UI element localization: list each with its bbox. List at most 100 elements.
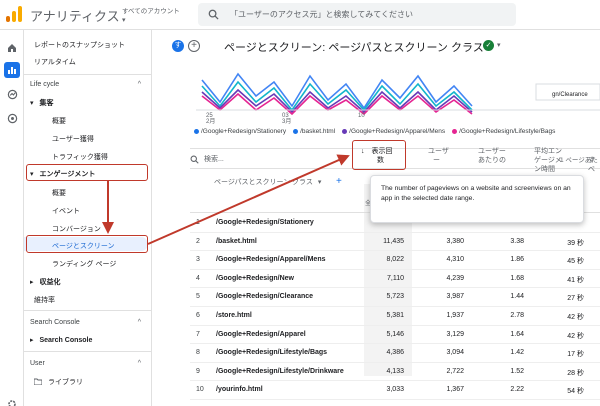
users-value: 4,239	[446, 274, 464, 282]
nav-group-monetization[interactable]: ▸ 収益化	[30, 277, 60, 287]
nav-item-landing-page[interactable]: ランディング ページ	[52, 259, 116, 269]
avg-engagement-header-text2: ゲージメ	[534, 157, 562, 164]
dimension-header[interactable]: ページパスとスクリーン クラス ▾	[214, 178, 321, 187]
nav-item-pages-and-screens[interactable]: ページとスクリーン	[52, 241, 115, 251]
page-path-link[interactable]: /Google+Redesign/Apparel/Mens	[216, 256, 326, 263]
table-row[interactable]: 5/Google+Redesign/Clearance 5,723 3,987 1.4…	[190, 288, 600, 307]
legend-item[interactable]: /Google+Redesign/Apparel/Mens	[342, 128, 445, 135]
views-value: 5,723	[386, 293, 404, 301]
views-per-user-value: 1.68	[510, 274, 524, 282]
row-index: 7	[196, 330, 200, 338]
advertising-icon[interactable]	[4, 110, 20, 126]
chevron-down-icon[interactable]: ▾	[497, 41, 501, 49]
avatar[interactable]: す	[172, 40, 184, 52]
row-index: 6	[196, 312, 200, 319]
legend-item[interactable]: /basket.html	[293, 128, 335, 135]
nav-item-snapshot[interactable]: レポートのスナップショット	[34, 40, 125, 50]
users-value: 3,987	[446, 293, 464, 301]
top-bar: アナリティクス すべてのアカウント ▾	[0, 0, 600, 30]
nav-item-eng-overview[interactable]: 概要	[52, 188, 66, 198]
legend-item[interactable]: /Google+Redesign/Lifestyle/Bags	[452, 128, 555, 135]
avg-engagement-value: 54 秒	[567, 388, 584, 396]
reports-icon[interactable]	[4, 62, 20, 78]
page-path-link[interactable]: /Google+Redesign/Lifestyle/Drinkware	[216, 368, 344, 375]
legend-item[interactable]: /Google+Redesign/Stationery	[194, 128, 286, 135]
table-row[interactable]: 9/Google+Redesign/Lifestyle/Drinkware 4,1…	[190, 363, 600, 382]
views-per-user-value: 1.86	[510, 256, 524, 264]
nav-section-label: Search Console	[30, 319, 80, 326]
views-value: 5,381	[386, 312, 404, 319]
chevron-up-icon: ^	[137, 360, 141, 367]
table-row[interactable]: 2/basket.html 11,435 3,380 3.38 39 秒	[190, 233, 600, 252]
views-per-user-column-header[interactable]: ユーザー あたりの	[478, 147, 506, 165]
legend-swatch	[452, 128, 458, 134]
views-value: 4,133	[386, 367, 404, 375]
nav-item-realtime[interactable]: リアルタイム	[34, 57, 76, 67]
more-column-header[interactable]: すべ	[588, 156, 600, 174]
nav-item-library[interactable]: ライブラリ	[33, 377, 83, 387]
page-path-link[interactable]: /yourinfo.html	[216, 386, 263, 393]
nav-item-events[interactable]: イベント	[52, 206, 80, 216]
nav-group-engagement[interactable]: ▾ エンゲージメント	[30, 169, 95, 179]
home-icon[interactable]	[4, 40, 20, 56]
nav-section-search-console[interactable]: Search Console ^	[30, 319, 145, 326]
search-input[interactable]	[230, 6, 510, 23]
x-tick-month: 2月	[206, 118, 215, 124]
explore-icon[interactable]	[4, 86, 20, 102]
account-switcher[interactable]: すべてのアカウント ▾	[122, 5, 180, 24]
views-value: 3,033	[386, 386, 404, 394]
page-path-link[interactable]: /Google+Redesign/Apparel	[216, 331, 306, 338]
line-chart: 252月033月10gn/Clearance	[196, 72, 600, 124]
page-header: す + ページとスクリーン: ページパスとスクリーン クラス ✓ ▾	[152, 30, 600, 62]
table-row[interactable]: 6/store.html 5,381 1,937 2.78 42 秒	[190, 307, 600, 326]
page-path-link[interactable]: /basket.html	[216, 238, 257, 245]
add-dimension-button[interactable]: +	[336, 176, 342, 187]
page-path-link[interactable]: /Google+Redesign/New	[216, 275, 294, 282]
page-path-link[interactable]: /Google+Redesign/Stationery	[216, 219, 314, 226]
nav-divider	[24, 351, 152, 352]
views-per-user-value: 1.42	[510, 349, 524, 357]
report-nav: レポートのスナップショット リアルタイム Life cycle ^ ▾ 集客 概…	[24, 30, 152, 406]
views-per-user-value: 2.78	[510, 312, 524, 319]
nav-item-acq-overview[interactable]: 概要	[52, 116, 66, 126]
views-value: 5,146	[386, 330, 404, 338]
x-tick-month: 3月	[282, 118, 291, 124]
table-row[interactable]: 7/Google+Redesign/Apparel 5,146 3,129 1.64 4…	[190, 326, 600, 345]
series-end-label: gn/Clearance	[552, 92, 588, 98]
legend-swatch	[342, 128, 348, 134]
table-row[interactable]: 8/Google+Redesign/Lifestyle/Bags 4,386 3,0…	[190, 344, 600, 363]
settings-icon[interactable]	[4, 396, 20, 406]
users-column-header[interactable]: ユーザ ー	[428, 147, 449, 165]
table-row[interactable]: 4/Google+Redesign/New 7,110 4,239 1.68 41 秒	[190, 270, 600, 289]
table-row[interactable]: 3/Google+Redesign/Apparel/Mens 8,022 4,310…	[190, 251, 600, 270]
nav-section-user[interactable]: User ^	[30, 360, 145, 367]
nav-item-retention[interactable]: 維持率	[34, 295, 55, 305]
search-bar[interactable]	[198, 3, 516, 26]
nav-item-user-acquisition[interactable]: ユーザー獲得	[52, 134, 94, 144]
page-path-link[interactable]: /Google+Redesign/Lifestyle/Bags	[216, 349, 327, 356]
avg-engagement-column-header[interactable]: 平均エン ゲージメ ン時間	[534, 147, 562, 174]
views-header-text2: 数	[377, 157, 384, 164]
avg-engagement-value: 42 秒	[567, 314, 584, 321]
legend-label: /Google+Redesign/Lifestyle/Bags	[459, 128, 556, 135]
page-path-link[interactable]: /store.html	[216, 312, 252, 319]
add-comparison-button[interactable]: +	[188, 40, 200, 52]
chevron-down-icon: ▾	[122, 17, 126, 24]
page-path-link[interactable]: /Google+Redesign/Clearance	[216, 293, 313, 300]
analytics-logo-icon[interactable]	[6, 6, 22, 22]
users-value: 3,129	[446, 330, 464, 338]
nav-divider	[24, 310, 152, 311]
table-row[interactable]: 10/yourinfo.html 3,033 1,367 2.22 54 秒	[190, 381, 600, 400]
users-header-text2: ー	[433, 157, 440, 164]
nav-group-acquisition[interactable]: ▾ 集客	[30, 98, 53, 108]
nav-section-lifecycle[interactable]: Life cycle ^	[30, 81, 145, 88]
legend-swatch	[194, 128, 199, 134]
views-column-header[interactable]: ↓ 表示回 数	[361, 147, 392, 165]
caret-down-icon: ▾	[30, 171, 34, 178]
users-value: 1,937	[446, 312, 464, 319]
caret-down-icon: ▾	[30, 100, 34, 107]
nav-group-search-console[interactable]: ▸ Search Console	[30, 336, 92, 344]
nav-item-conversions[interactable]: コンバージョン	[52, 224, 101, 234]
nav-item-traffic-acquisition[interactable]: トラフィック獲得	[52, 152, 108, 162]
nav-group-label: 収益化	[39, 279, 61, 286]
